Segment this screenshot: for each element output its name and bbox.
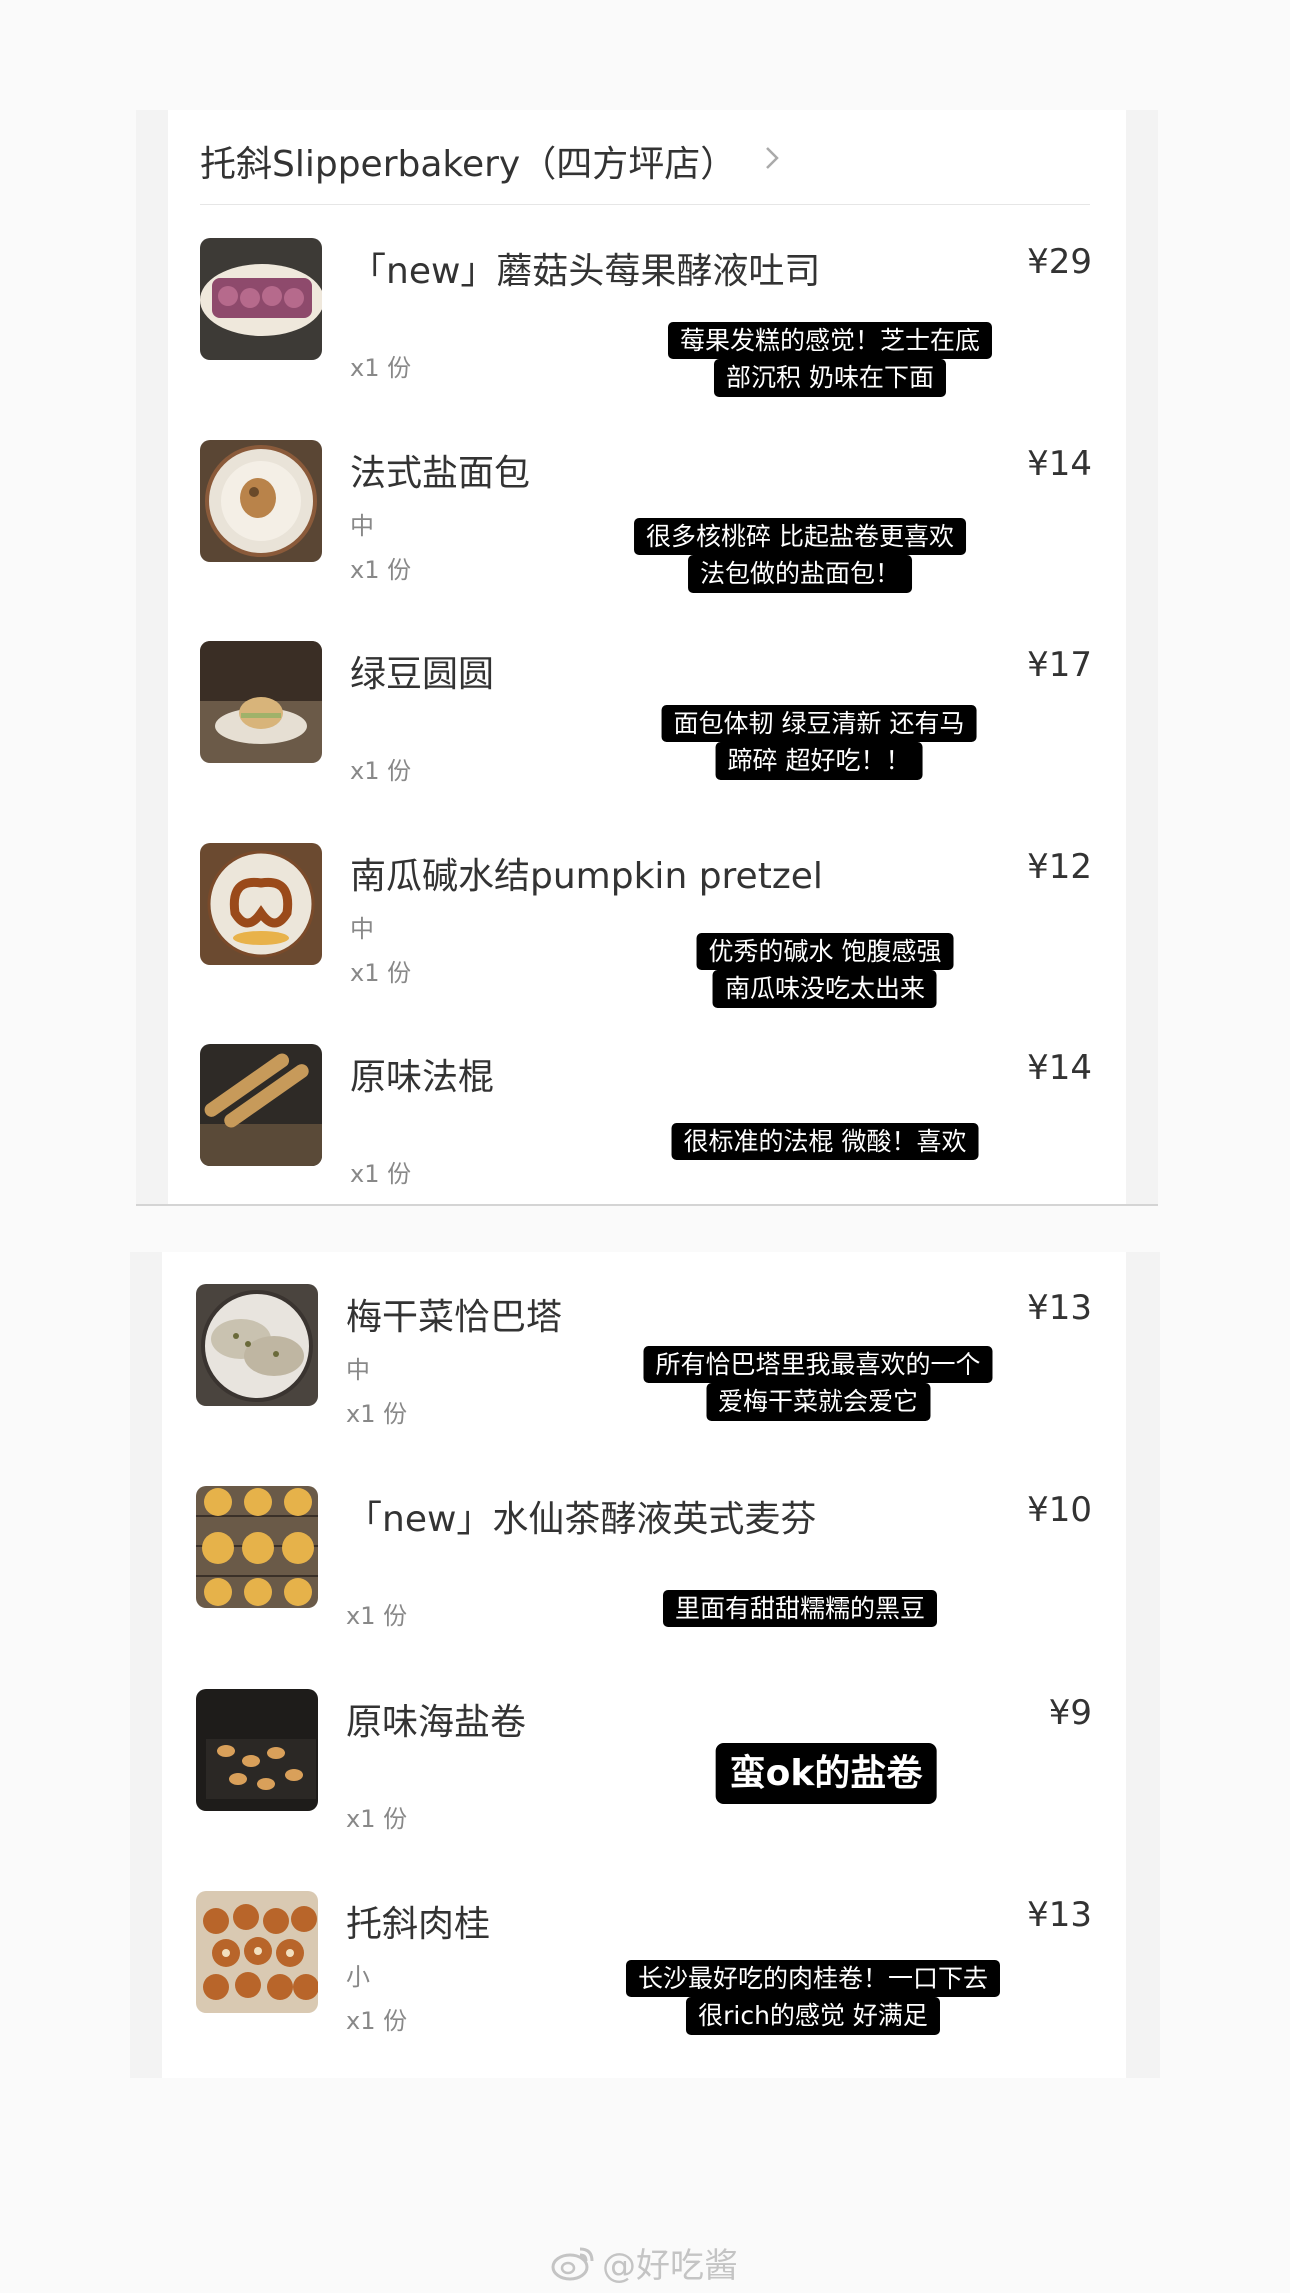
item-price: ¥12	[1027, 847, 1092, 887]
weibo-icon	[551, 2247, 594, 2280]
item-price: ¥17	[1027, 645, 1092, 685]
item-name[interactable]: 梅干菜恰巴塔	[346, 1288, 562, 1340]
baguette-image[interactable]	[200, 1044, 322, 1166]
item-size: 中	[350, 512, 374, 540]
review-note-line: 蛮ok的盐卷	[715, 1743, 937, 1804]
item-price: ¥13	[1027, 1895, 1092, 1935]
review-note-line: 里面有甜甜糯糯的黑豆	[662, 1590, 938, 1628]
item-name[interactable]: 法式盐面包	[350, 444, 530, 496]
item-size: 小	[346, 1963, 370, 1991]
item-quantity: x1 份	[346, 1602, 408, 1630]
item-name[interactable]: 原味海盐卷	[346, 1693, 526, 1745]
review-note-line: 面包体韧 绿豆清新 还有马	[661, 705, 977, 743]
berry-toast-image[interactable]	[200, 238, 322, 360]
watermark-text: @好吃酱	[602, 2246, 738, 2286]
review-note-line: 蹄碎 超好吃！！	[715, 742, 923, 780]
chevron-right-icon	[764, 145, 780, 177]
review-note-line: 很多核桃碎 比起盐卷更喜欢	[634, 518, 966, 556]
item-quantity: x1 份	[346, 2007, 408, 2035]
review-note: 很标准的法棍 微酸！喜欢	[671, 1123, 979, 1161]
item-name[interactable]: 绿豆圆圆	[350, 645, 494, 697]
item-price: ¥9	[1048, 1693, 1092, 1733]
review-note: 莓果发糕的感觉！芝士在底 部沉积 奶味在下面	[667, 322, 993, 397]
item-quantity: x1 份	[350, 959, 412, 987]
item-name[interactable]: 「new」蘑菇头莓果酵液吐司	[350, 242, 820, 294]
item-quantity: x1 份	[346, 1805, 408, 1833]
review-note-line: 很标准的法棍 微酸！喜欢	[671, 1123, 979, 1161]
review-note: 蛮ok的盐卷	[715, 1743, 937, 1804]
salt-bread-image[interactable]	[200, 440, 322, 562]
item-quantity: x1 份	[350, 354, 412, 382]
review-note: 很多核桃碎 比起盐卷更喜欢 法包做的盐面包！	[634, 518, 966, 593]
review-note-line: 优秀的碱水 饱腹感强	[696, 933, 954, 971]
review-note: 里面有甜甜糯糯的黑豆	[662, 1590, 938, 1628]
item-price: ¥29	[1027, 242, 1092, 282]
review-note-line: 很rich的感觉 好满足	[686, 1997, 940, 2035]
sea-salt-roll-image[interactable]	[196, 1689, 318, 1811]
item-quantity: x1 份	[346, 1400, 408, 1428]
review-note-line: 部沉积 奶味在下面	[714, 359, 946, 397]
item-price: ¥10	[1027, 1490, 1092, 1530]
shop-name: 托斜Slipperbakery（四方坪店）	[200, 144, 737, 185]
pumpkin-pretzel-image[interactable]	[200, 843, 322, 965]
item-size: 中	[346, 1356, 370, 1384]
item-price: ¥13	[1027, 1288, 1092, 1328]
review-note: 面包体韧 绿豆清新 还有马 蹄碎 超好吃！！	[661, 705, 977, 780]
item-price: ¥14	[1027, 1048, 1092, 1088]
item-name[interactable]: 托斜肉桂	[346, 1895, 490, 1947]
review-note: 长沙最好吃的肉桂卷！一口下去 很rich的感觉 好满足	[625, 1960, 1001, 2035]
item-price: ¥14	[1027, 444, 1092, 484]
item-size: 中	[350, 915, 374, 943]
mung-bean-bun-image[interactable]	[200, 641, 322, 763]
item-quantity: x1 份	[350, 757, 412, 785]
review-note: 优秀的碱水 饱腹感强 南瓜味没吃太出来	[696, 933, 954, 1008]
review-note-line: 莓果发糕的感觉！芝士在底	[667, 322, 993, 360]
item-name[interactable]: 南瓜碱水结pumpkin pretzel	[350, 847, 823, 899]
review-note: 所有恰巴塔里我最喜欢的一个 爱梅干菜就会爱它	[643, 1346, 993, 1421]
review-note-line: 长沙最好吃的肉桂卷！一口下去	[625, 1960, 1001, 1998]
review-note-line: 所有恰巴塔里我最喜欢的一个	[643, 1346, 993, 1384]
cinnamon-roll-image[interactable]	[196, 1891, 318, 2013]
item-name[interactable]: 「new」水仙茶酵液英式麦芬	[346, 1490, 816, 1542]
item-quantity: x1 份	[350, 1160, 412, 1188]
item-quantity: x1 份	[350, 556, 412, 584]
watermark: @好吃酱	[550, 2238, 738, 2287]
english-muffin-image[interactable]	[196, 1486, 318, 1608]
review-note-line: 法包做的盐面包！	[687, 555, 913, 593]
section-divider	[136, 1204, 1158, 1206]
item-name[interactable]: 原味法棍	[350, 1048, 494, 1100]
shop-header[interactable]: 托斜Slipperbakery（四方坪店）	[200, 118, 1090, 205]
review-note-line: 南瓜味没吃太出来	[712, 970, 938, 1008]
review-note-line: 爱梅干菜就会爱它	[705, 1383, 931, 1421]
ciabatta-image[interactable]	[196, 1284, 318, 1406]
